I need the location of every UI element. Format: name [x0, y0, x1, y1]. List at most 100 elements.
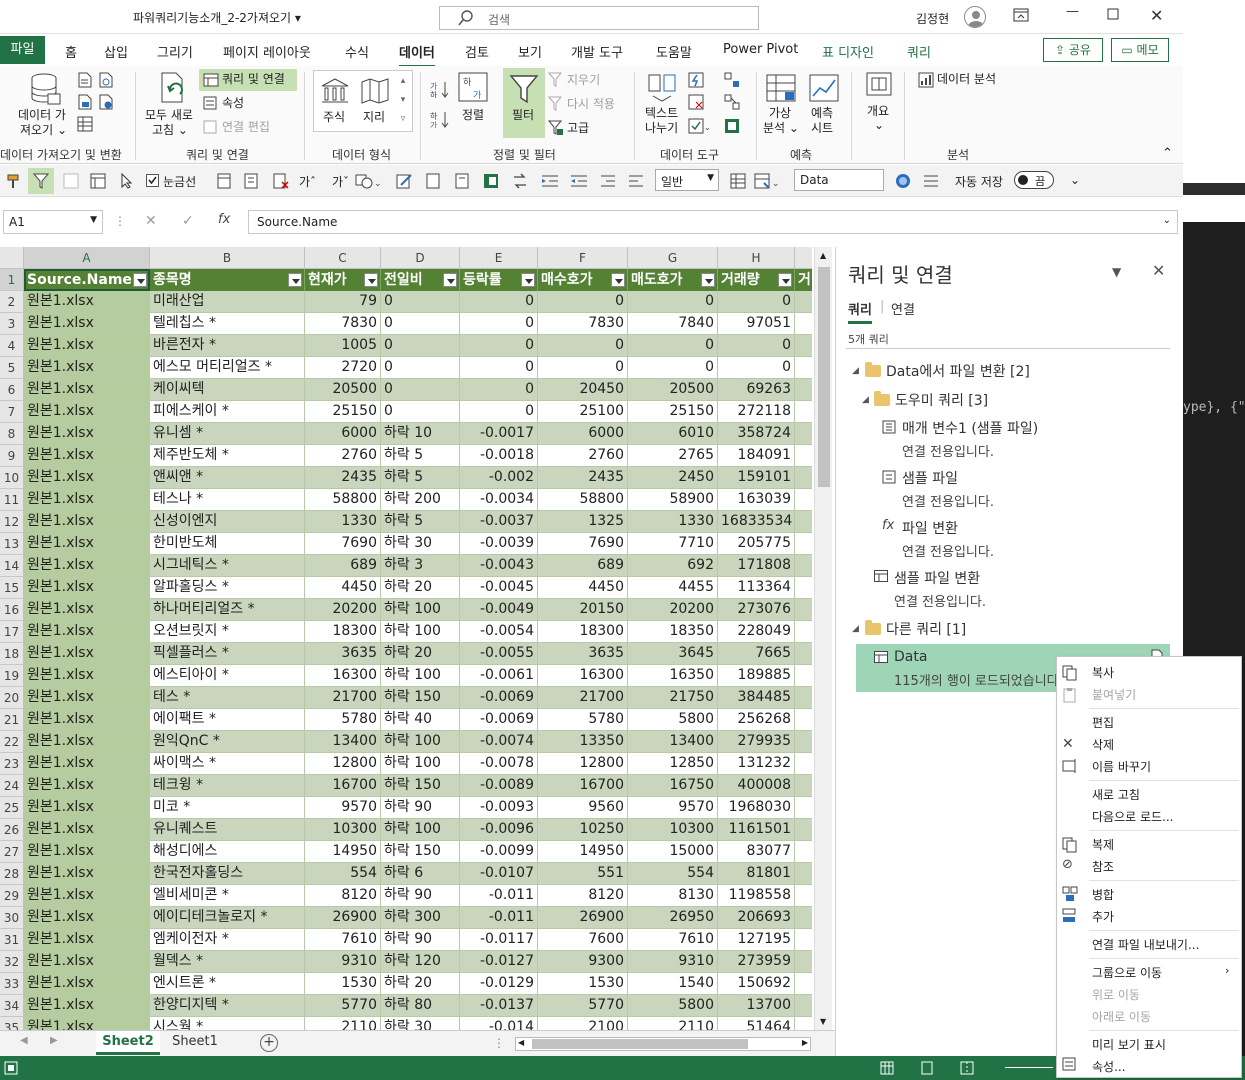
table-cell[interactable]: 엘비세미콘 *: [150, 885, 305, 907]
row-header[interactable]: 12: [0, 511, 24, 533]
normal-view-icon[interactable]: [880, 1061, 894, 1075]
table-cell[interactable]: 20200: [628, 599, 718, 621]
table-cell[interactable]: 원본1.xlsx: [24, 995, 150, 1017]
table-cell[interactable]: 0: [381, 357, 460, 379]
table-cell[interactable]: -0.011: [460, 885, 538, 907]
column-header[interactable]: E: [460, 247, 538, 269]
table-header-cell[interactable]: 전일비: [381, 269, 460, 291]
table-cell[interactable]: 189885: [718, 665, 795, 687]
table-cell[interactable]: -0.0049: [460, 599, 538, 621]
table-cell[interactable]: 26900: [305, 907, 381, 929]
table-cell[interactable]: 150692: [718, 973, 795, 995]
table-cell[interactable]: 원본1.xlsx: [24, 401, 150, 423]
select-pointer-icon[interactable]: [120, 173, 134, 189]
refresh-all-button-line2[interactable]: 고침 ⌄: [152, 123, 188, 138]
table-cell[interactable]: 6000: [305, 423, 381, 445]
table-cell[interactable]: 7830: [305, 313, 381, 335]
table-cell[interactable]: 20200: [305, 599, 381, 621]
table-cell[interactable]: [795, 907, 812, 929]
table-header-cell[interactable]: Source.Name: [24, 269, 150, 291]
table-cell[interactable]: 하락 90: [381, 797, 460, 819]
table-cell[interactable]: 228049: [718, 621, 795, 643]
row-header[interactable]: 4: [0, 335, 24, 357]
row-header[interactable]: 2: [0, 291, 24, 313]
query-group-name[interactable]: 도우미 쿼리 [3]: [895, 390, 988, 410]
menu-item-duplicate[interactable]: 복제: [1092, 836, 1114, 853]
table-cell[interactable]: 205775: [718, 533, 795, 555]
row-header[interactable]: 9: [0, 445, 24, 467]
row-header[interactable]: 17: [0, 621, 24, 643]
tab-queries[interactable]: 쿼리: [848, 299, 872, 324]
table-cell[interactable]: 51464: [718, 1017, 795, 1030]
table-cell[interactable]: 알파홀딩스 *: [150, 577, 305, 599]
data-model-icon[interactable]: [724, 118, 740, 134]
table-cell[interactable]: 25150: [305, 401, 381, 423]
forecast-sheet-button-line2[interactable]: 시트: [811, 121, 833, 136]
row-header[interactable]: 7: [0, 401, 24, 423]
table-cell[interactable]: 원본1.xlsx: [24, 753, 150, 775]
table-cell[interactable]: 13350: [538, 731, 628, 753]
column-header[interactable]: B: [150, 247, 305, 269]
row-header[interactable]: 26: [0, 819, 24, 841]
filter-toggle-icon[interactable]: [28, 168, 54, 194]
existing-connections-icon[interactable]: [77, 116, 93, 132]
table-cell[interactable]: -0.0089: [460, 775, 538, 797]
table-cell[interactable]: [795, 1017, 812, 1030]
column-header[interactable]: D: [381, 247, 460, 269]
table-cell[interactable]: 원본1.xlsx: [24, 665, 150, 687]
table-cell[interactable]: [795, 797, 812, 819]
query-group-name[interactable]: 다른 쿼리 [1]: [886, 619, 966, 639]
row-header[interactable]: 30: [0, 907, 24, 929]
table-cell[interactable]: 2435: [305, 467, 381, 489]
table-cell[interactable]: [795, 621, 812, 643]
table-cell[interactable]: 12800: [305, 753, 381, 775]
table-cell[interactable]: 12850: [628, 753, 718, 775]
row-header[interactable]: 19: [0, 665, 24, 687]
table-cell[interactable]: 1968030: [718, 797, 795, 819]
macro-record-icon[interactable]: [4, 1061, 18, 1075]
table-cell[interactable]: 오션브릿지 *: [150, 621, 305, 643]
page-layout-view-icon[interactable]: [920, 1061, 934, 1075]
table-cell[interactable]: [795, 423, 812, 445]
row-header[interactable]: 5: [0, 357, 24, 379]
formula-input[interactable]: Source.Name ⌄: [248, 210, 1178, 234]
table-cell[interactable]: 2720: [305, 357, 381, 379]
table-cell[interactable]: 7690: [538, 533, 628, 555]
table-cell[interactable]: 2100: [538, 1017, 628, 1030]
query-name[interactable]: 파일 변환: [902, 518, 958, 538]
table-cell[interactable]: 1540: [628, 973, 718, 995]
query-name[interactable]: 샘플 파일 변환: [894, 568, 980, 588]
get-data-button[interactable]: 데이터 가: [18, 108, 66, 123]
table-cell[interactable]: [795, 335, 812, 357]
indent-right-icon[interactable]: [541, 173, 559, 189]
table-cell[interactable]: 2760: [538, 445, 628, 467]
table-cell[interactable]: 273076: [718, 599, 795, 621]
table-cell[interactable]: 원본1.xlsx: [24, 907, 150, 929]
table-cell[interactable]: [795, 665, 812, 687]
list-icon[interactable]: [923, 173, 939, 189]
refresh-all-button[interactable]: 모두 새로: [145, 108, 193, 123]
table-cell[interactable]: 원본1.xlsx: [24, 599, 150, 621]
table-cell[interactable]: 원본1.xlsx: [24, 775, 150, 797]
sheet-tab[interactable]: Sheet1: [166, 1031, 224, 1055]
outline-expand[interactable]: ⌄: [874, 118, 884, 133]
table-cell[interactable]: 하락 10: [381, 423, 460, 445]
sheet-tab-active[interactable]: Sheet2: [96, 1031, 160, 1055]
filter-dropdown-icon[interactable]: [611, 273, 625, 287]
table-cell[interactable]: 하락 6: [381, 863, 460, 885]
row-header[interactable]: 25: [0, 797, 24, 819]
row-header[interactable]: 18: [0, 643, 24, 665]
menu-item-merge[interactable]: 병합: [1092, 886, 1114, 903]
ribbon-display-icon[interactable]: [1013, 8, 1029, 22]
refresh-all-icon[interactable]: [158, 72, 190, 106]
table-cell[interactable]: 0: [460, 291, 538, 313]
align-decrease-icon[interactable]: [628, 173, 644, 189]
table-cell[interactable]: 하나머티리얼즈 *: [150, 599, 305, 621]
freeze-panes-icon[interactable]: [217, 173, 231, 189]
sort-descending-icon[interactable]: 하가: [430, 110, 450, 128]
transpose-icon[interactable]: [512, 173, 528, 189]
table-cell[interactable]: 25100: [538, 401, 628, 423]
tab-page-layout[interactable]: 페이지 레이아웃: [223, 42, 311, 61]
row-header[interactable]: 6: [0, 379, 24, 401]
table-cell[interactable]: 5770: [538, 995, 628, 1017]
